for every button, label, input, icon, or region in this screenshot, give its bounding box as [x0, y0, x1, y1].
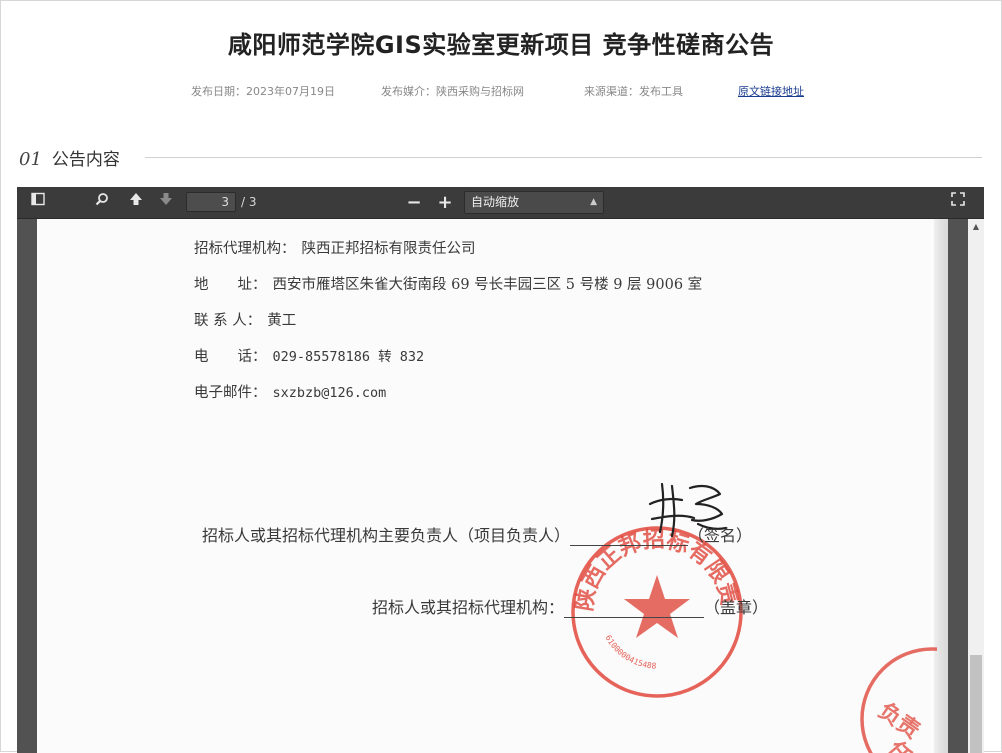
seal-suffix: （盖章）	[704, 598, 769, 617]
original-link[interactable]: 原文链接地址	[738, 83, 804, 99]
minus-icon[interactable]: −	[403, 192, 425, 213]
scroll-up-icon[interactable]: ▲	[968, 219, 984, 235]
section-title: 公告内容	[51, 150, 120, 170]
agency-value: 陕西正邦招标有限责任公司	[301, 241, 476, 257]
arrow-up-icon[interactable]	[125, 192, 147, 213]
pdf-viewer: 3 / 3 − + 自动缩放 ▲ 招标代理机构： 陕西正邦招标有限责任公司 地 …	[17, 187, 984, 753]
contact-label: 联 系 人：	[194, 313, 262, 329]
search-icon[interactable]	[91, 192, 113, 213]
seal-line: 招标人或其招标代理机构： （盖章）	[372, 594, 768, 618]
pdf-page: 招标代理机构： 陕西正邦招标有限责任公司 地 址： 西安市雁塔区朱雀大街南段 69 …	[37, 219, 948, 753]
agency-line: 招标代理机构： 陕西正邦招标有限责任公司	[194, 237, 476, 258]
svg-text:负责: 负责	[874, 698, 925, 745]
publish-date: 发布日期：2023年07月19日	[191, 85, 335, 98]
zoom-value: 自动缩放	[471, 195, 520, 209]
signature-line: 招标人或其招标代理机构主要负责人（项目负责人） （签名）	[202, 522, 752, 546]
address-line: 地 址： 西安市雁塔区朱雀大街南段 69 号长丰园三区 5 号楼 9 层 9006…	[194, 273, 702, 294]
email-label: 电子邮件：	[194, 385, 267, 401]
email-value: sxzbzb@126.com	[272, 385, 387, 401]
agency-label: 招标代理机构：	[194, 241, 296, 257]
phone-value: 029-85578186 转 832	[272, 349, 425, 365]
pdf-page-area[interactable]: 招标代理机构： 陕西正邦招标有限责任公司 地 址： 西安市雁塔区朱雀大街南段 69 …	[17, 219, 968, 753]
address-value: 西安市雁塔区朱雀大街南段 69 号长丰园三区 5 号楼 9 层 9006 室	[272, 277, 703, 293]
signature-blank	[570, 545, 689, 546]
page-number-input[interactable]: 3	[186, 192, 236, 212]
source-channel: 来源渠道：发布工具	[584, 85, 683, 98]
address-label: 地 址：	[194, 277, 267, 293]
signature-suffix: （签名）	[688, 526, 753, 545]
seal-line-text: 招标人或其招标代理机构：	[372, 598, 565, 617]
section-divider	[145, 157, 982, 158]
signature-line-text: 招标人或其招标代理机构主要负责人（项目负责人）	[202, 526, 571, 545]
email-line: 电子邮件： sxzbzb@126.com	[194, 381, 386, 402]
arrow-down-icon[interactable]	[155, 192, 177, 213]
seal-blank	[564, 617, 705, 618]
fullscreen-icon[interactable]	[947, 192, 969, 213]
vertical-scrollbar[interactable]: ▲	[968, 219, 984, 753]
phone-label: 电 话：	[194, 349, 267, 365]
section-number: 01	[19, 149, 42, 170]
second-seal-partial: 负责 任公	[860, 647, 937, 753]
pdf-toolbar: 3 / 3 − + 自动缩放 ▲	[17, 187, 984, 219]
plus-icon[interactable]: +	[434, 192, 456, 213]
page-count: / 3	[241, 195, 257, 209]
publish-media: 发布媒介：陕西采购与招标网	[381, 85, 524, 98]
section-heading: 01 公告内容	[19, 145, 120, 170]
phone-line: 电 话： 029-85578186 转 832	[194, 345, 424, 366]
chevron-updown-icon: ▲	[590, 197, 597, 207]
zoom-select[interactable]: 自动缩放 ▲	[464, 191, 604, 214]
svg-text:6100000415488: 6100000415488	[604, 634, 657, 671]
page-title: 咸阳师范学院GIS实验室更新项目 竞争性磋商公告	[227, 31, 775, 59]
scrollbar-thumb[interactable]	[970, 655, 982, 753]
contact-line: 联 系 人： 黄工	[194, 309, 296, 330]
contact-value: 黄工	[267, 313, 297, 329]
page-frame: 咸阳师范学院GIS实验室更新项目 竞争性磋商公告 发布日期：2023年07月19…	[0, 0, 1002, 753]
sidebar-toggle-icon[interactable]	[27, 192, 49, 213]
